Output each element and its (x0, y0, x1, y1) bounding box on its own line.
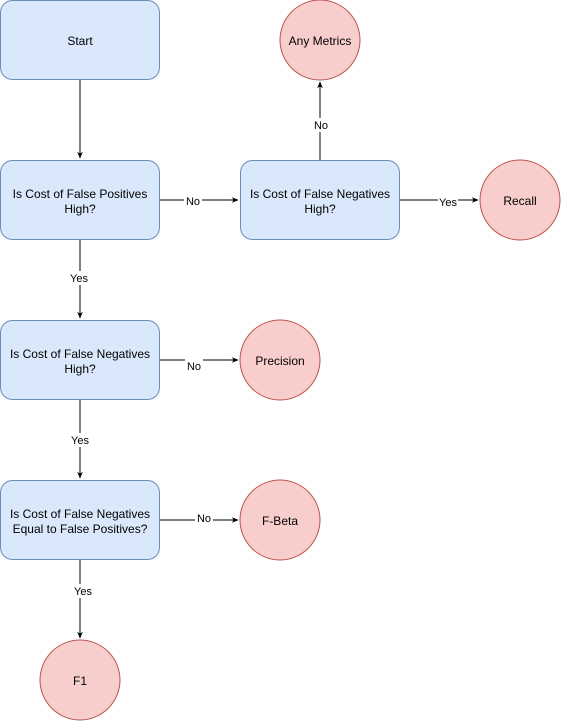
node-fn-high-top-label-line1: Is Cost of False Negatives (250, 187, 390, 201)
edge-label-yes: Yes (439, 197, 457, 209)
edge-fn-to-precision: No (160, 357, 239, 373)
node-fp-high-label-line1: Is Cost of False Positives (13, 187, 148, 201)
flowchart-canvas: No No Yes Yes No Yes No Yes Start Is Cos… (0, 0, 561, 721)
node-fn-equal-fp-label-line2: Equal to False Positives? (13, 522, 148, 536)
edge-label-no: No (314, 120, 328, 132)
edge-label-no: No (197, 513, 211, 525)
node-fn-high-label-line1: Is Cost of False Negatives (10, 347, 150, 361)
node-any-metrics-label: Any Metrics (289, 34, 352, 48)
node-start-label: Start (67, 34, 93, 48)
node-precision-label: Precision (255, 354, 304, 368)
edge-fntop-to-recall: Yes (400, 195, 479, 209)
edge-label-no: No (187, 361, 201, 373)
node-precision[interactable]: Precision (239, 319, 321, 401)
edge-label-yes: Yes (71, 435, 89, 447)
node-f-beta[interactable]: F-Beta (239, 479, 321, 561)
edge-fp-to-fn: Yes (68, 240, 90, 319)
edge-fntop-to-any-metrics: No (312, 81, 330, 160)
node-start[interactable]: Start (0, 0, 160, 80)
edge-label-yes: Yes (74, 586, 92, 598)
node-fp-high[interactable]: Is Cost of False Positives High? (0, 160, 160, 240)
edge-fn-to-equal: Yes (69, 400, 91, 479)
edge-equal-to-f1: Yes (72, 560, 94, 639)
node-f1-label: F1 (73, 674, 87, 688)
edge-equal-to-fbeta: No (160, 511, 239, 525)
node-fn-high-label-line2: High? (64, 362, 96, 376)
edge-fp-to-fntop: No (160, 193, 239, 208)
edge-label-no: No (186, 196, 200, 208)
node-any-metrics[interactable]: Any Metrics (279, 0, 361, 81)
node-recall-label: Recall (503, 194, 536, 208)
edge-label-yes: Yes (70, 273, 88, 285)
node-fn-equal-fp-label-line1: Is Cost of False Negatives (10, 507, 150, 521)
node-recall[interactable]: Recall (479, 159, 561, 241)
node-fn-high[interactable]: Is Cost of False Negatives High? (0, 320, 160, 400)
node-fp-high-label-line2: High? (64, 202, 96, 216)
node-f-beta-label: F-Beta (262, 514, 298, 528)
node-fn-high-top[interactable]: Is Cost of False Negatives High? (240, 160, 400, 240)
node-f1[interactable]: F1 (39, 639, 121, 721)
node-fn-high-top-label-line2: High? (304, 202, 336, 216)
node-fn-equal-fp[interactable]: Is Cost of False Negatives Equal to Fals… (0, 480, 160, 560)
